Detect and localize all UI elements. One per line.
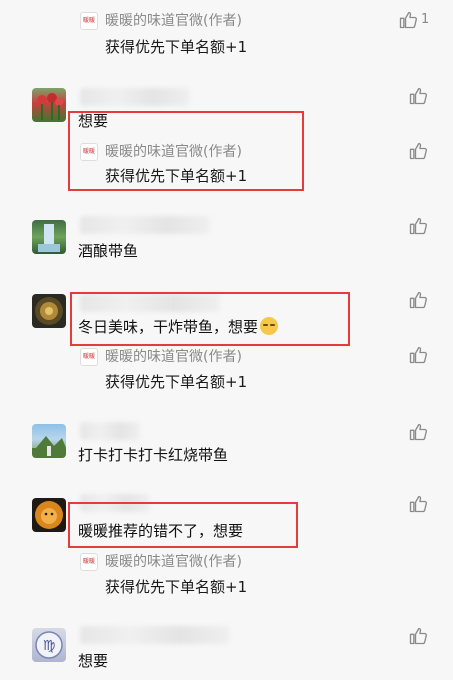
- username-blurred[interactable]: [80, 216, 210, 234]
- author-avatar[interactable]: 暖暖: [80, 143, 98, 161]
- reply-text: 获得优先下单名额+1: [105, 167, 248, 185]
- author-avatar[interactable]: 暖暖: [80, 348, 98, 366]
- like-icon[interactable]: [408, 141, 428, 161]
- author-logo-text: 暖暖: [82, 558, 95, 565]
- lion-image: [35, 501, 63, 529]
- username-blurred[interactable]: [80, 626, 230, 644]
- like-icon[interactable]: [408, 422, 428, 442]
- author-name[interactable]: 暖暖的味道官微(作者): [105, 10, 242, 30]
- like-icon[interactable]: [408, 494, 428, 514]
- like-count: 1: [421, 12, 430, 27]
- tulip-image: [37, 93, 63, 120]
- zodiac-image: ♍: [35, 631, 63, 659]
- user-avatar[interactable]: [32, 88, 66, 122]
- author-logo-text: 暖暖: [82, 353, 95, 360]
- username-blurred[interactable]: [80, 422, 140, 440]
- like-icon[interactable]: [408, 86, 428, 106]
- like-icon[interactable]: [408, 626, 428, 646]
- user-avatar[interactable]: [32, 498, 66, 532]
- reply-text: 获得优先下单名额+1: [105, 578, 248, 596]
- author-avatar[interactable]: 暖暖: [80, 12, 98, 30]
- author-logo-text: 暖暖: [82, 148, 95, 155]
- mandala-image: [35, 297, 63, 325]
- reply-text: 获得优先下单名额+1: [105, 373, 248, 391]
- like-icon[interactable]: [408, 216, 428, 236]
- author-name[interactable]: 暖暖的味道官微(作者): [105, 551, 242, 571]
- username-blurred[interactable]: [80, 88, 190, 106]
- author-logo-text: 暖暖: [82, 17, 95, 24]
- user-avatar[interactable]: [32, 424, 66, 458]
- author-name[interactable]: 暖暖的味道官微(作者): [105, 141, 242, 161]
- svg-text:♍: ♍: [43, 638, 56, 654]
- user-avatar[interactable]: [32, 294, 66, 328]
- highlight-box: [70, 292, 350, 346]
- comment-text: 酒酿带鱼: [78, 242, 139, 260]
- like-icon[interactable]: [398, 10, 418, 30]
- comment-text: 打卡打卡打卡红烧带鱼: [78, 446, 229, 464]
- author-avatar[interactable]: 暖暖: [80, 553, 98, 571]
- user-avatar[interactable]: [32, 220, 66, 254]
- waterfall-image: [38, 224, 60, 252]
- reply-text: 获得优先下单名额+1: [105, 38, 248, 56]
- like-icon[interactable]: [408, 290, 428, 310]
- comment-text: 想要: [78, 652, 109, 670]
- like-icon[interactable]: [408, 345, 428, 365]
- author-name[interactable]: 暖暖的味道官微(作者): [105, 346, 242, 366]
- user-avatar[interactable]: ♍: [32, 628, 66, 662]
- landscape-image: [32, 436, 66, 458]
- highlight-box: [68, 502, 298, 548]
